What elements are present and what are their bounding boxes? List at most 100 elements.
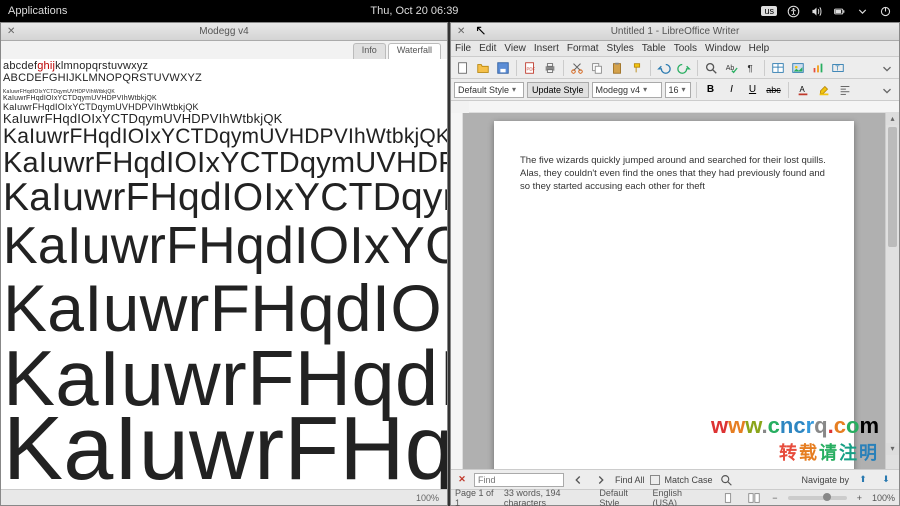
find-prev-icon[interactable] (569, 471, 587, 489)
menu-insert[interactable]: Insert (534, 43, 559, 54)
find-icon[interactable] (702, 59, 720, 77)
waterfall-line: KaIuwrFHqdIOIxYCTDqymUVHDPVIhWtbkjQK (3, 112, 445, 126)
toolbar-overflow-icon[interactable] (878, 59, 896, 77)
menu-table[interactable]: Table (642, 43, 666, 54)
keyboard-indicator[interactable]: us (761, 6, 777, 16)
clone-format-icon[interactable] (628, 59, 646, 77)
find-input[interactable] (474, 473, 564, 487)
volume-icon[interactable] (810, 5, 823, 18)
nav-next-icon[interactable]: ⬇ (877, 471, 895, 489)
print-icon[interactable] (541, 59, 559, 77)
waterfall-line: KaIuwrFHqdIOIxYCTDqymUVHDPVIhWtbkjQK (3, 274, 445, 343)
table-icon[interactable] (769, 59, 787, 77)
menu-tools[interactable]: Tools (674, 43, 697, 54)
export-pdf-icon[interactable]: PDF (521, 59, 539, 77)
scroll-down-icon[interactable]: ▾ (886, 443, 899, 455)
font-name-combo[interactable]: Modegg v4 (592, 82, 662, 98)
paste-icon[interactable] (608, 59, 626, 77)
menu-window[interactable]: Window (705, 43, 741, 54)
font-viewer-titlebar[interactable]: ✕ Modegg v4 (1, 23, 447, 41)
italic-button[interactable]: I (723, 81, 741, 99)
redo-icon[interactable] (675, 59, 693, 77)
tab-waterfall[interactable]: Waterfall (388, 43, 441, 59)
svg-text:A: A (799, 84, 805, 93)
paragraph-style-combo[interactable]: Default Style (454, 82, 524, 98)
textbox-icon[interactable]: T (829, 59, 847, 77)
toolbar-overflow-icon[interactable] (878, 81, 896, 99)
copy-icon[interactable] (588, 59, 606, 77)
menubar: File Edit View Insert Format Styles Tabl… (451, 41, 899, 57)
accessibility-icon[interactable] (787, 5, 800, 18)
gnome-topbar: Applications Thu, Oct 20 06:39 us (0, 0, 900, 22)
strike-button[interactable]: abc (765, 81, 783, 99)
document-page[interactable]: The five wizards quickly jumped around a… (494, 121, 854, 469)
menu-view[interactable]: View (504, 43, 526, 54)
sample-lowercase: abcdefghijklmnopqrstuvwxyz (3, 61, 445, 73)
menu-edit[interactable]: Edit (479, 43, 496, 54)
chart-icon[interactable] (809, 59, 827, 77)
view-single-page-icon[interactable] (720, 489, 736, 506)
match-case-checkbox[interactable] (650, 475, 660, 485)
document-text[interactable]: The five wizards quickly jumped around a… (520, 155, 828, 193)
undo-icon[interactable] (655, 59, 673, 77)
spellcheck-icon[interactable]: Ab (722, 59, 740, 77)
waterfall-line: KaIuwrFHqdIOIxYCTDqymUVHDPVIhWtbkjQK (3, 219, 445, 274)
waterfall-line: KaIuwrFHqdIOIxYCTDqymUVHDPVIhWtbkjQK (3, 148, 445, 178)
nav-prev-icon[interactable]: ⬆ (854, 471, 872, 489)
view-multi-page-icon[interactable] (746, 489, 762, 506)
menu-file[interactable]: File (455, 43, 471, 54)
match-case-label: Match Case (665, 475, 713, 485)
underline-button[interactable]: U (744, 81, 762, 99)
sample-uppercase: ABCDEFGHIJKLMNOPQRSTUVWXYZ (3, 73, 445, 85)
standard-toolbar: PDF Ab ¶ T (451, 57, 899, 79)
find-next-icon[interactable] (592, 471, 610, 489)
menu-styles[interactable]: Styles (607, 43, 634, 54)
applications-menu[interactable]: Applications (8, 5, 67, 17)
tab-info[interactable]: Info (353, 43, 386, 59)
close-icon[interactable]: ✕ (7, 26, 15, 37)
vertical-ruler[interactable] (451, 113, 463, 469)
scroll-up-icon[interactable]: ▴ (886, 113, 899, 125)
status-wordcount[interactable]: 33 words, 194 characters (504, 488, 589, 506)
formatting-toolbar: Default Style Update Style Modegg v4 16 … (451, 79, 899, 101)
font-viewer-title: Modegg v4 (199, 26, 248, 37)
vertical-scrollbar[interactable]: ▴ ▾ (885, 113, 899, 469)
svg-text:Ab: Ab (726, 64, 735, 71)
menu-format[interactable]: Format (567, 43, 599, 54)
waterfall-line: KaIuwrFHqdIOIxYCTDqymUVHDPVIhWtbkjQK (3, 178, 445, 219)
align-left-icon[interactable] (836, 81, 854, 99)
close-findbar-icon[interactable]: ✕ (455, 474, 469, 485)
image-icon[interactable] (789, 59, 807, 77)
font-size-combo[interactable]: 16 (665, 82, 691, 98)
scroll-thumb[interactable] (888, 127, 897, 247)
find-options-icon[interactable] (718, 471, 736, 489)
zoom-slider[interactable] (788, 496, 847, 500)
bold-button[interactable]: B (702, 81, 720, 99)
save-icon[interactable] (494, 59, 512, 77)
menu-help[interactable]: Help (749, 43, 770, 54)
zoom-value: 100% (416, 493, 439, 503)
writer-titlebar[interactable]: ✕ Untitled 1 - LibreOffice Writer (451, 23, 899, 41)
horizontal-ruler[interactable] (469, 101, 899, 113)
find-all-button[interactable]: Find All (615, 475, 645, 485)
close-icon[interactable]: ✕ (457, 26, 465, 37)
status-language[interactable]: English (USA) (652, 488, 700, 506)
caret-down-icon[interactable] (856, 5, 869, 18)
font-color-icon[interactable]: A (794, 81, 812, 99)
status-style[interactable]: Default Style (599, 488, 642, 506)
battery-icon[interactable] (833, 5, 846, 18)
zoom-value[interactable]: 100% (872, 493, 895, 503)
clock[interactable]: Thu, Oct 20 06:39 (370, 5, 458, 17)
zoom-out-icon[interactable]: − (772, 493, 777, 503)
open-icon[interactable] (474, 59, 492, 77)
new-icon[interactable] (454, 59, 472, 77)
highlight-color-icon[interactable] (815, 81, 833, 99)
svg-text:T: T (835, 65, 840, 72)
update-style-button[interactable]: Update Style (527, 82, 589, 98)
status-page[interactable]: Page 1 of 1 (455, 488, 494, 506)
nonprinting-icon[interactable]: ¶ (742, 59, 760, 77)
power-icon[interactable] (879, 5, 892, 18)
navigate-by-label: Navigate by (801, 475, 849, 485)
cut-icon[interactable] (568, 59, 586, 77)
zoom-in-icon[interactable]: + (857, 493, 862, 503)
